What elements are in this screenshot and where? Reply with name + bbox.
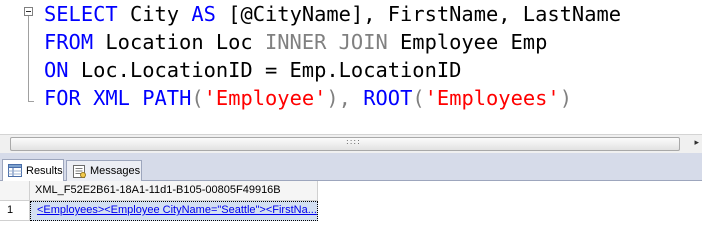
sql-operator: ) bbox=[559, 86, 572, 110]
sql-editor[interactable]: SELECT City AS [@CityName], FirstName, L… bbox=[0, 0, 702, 134]
sql-keyword: FOR bbox=[44, 86, 81, 110]
query-window: SELECT City AS [@CityName], FirstName, L… bbox=[0, 0, 702, 224]
sql-keyword: PATH bbox=[142, 86, 192, 110]
sql-string: 'Employees' bbox=[424, 86, 560, 110]
editor-gutter bbox=[0, 0, 34, 134]
sql-operator: ( bbox=[412, 86, 425, 110]
sql-keyword: AS bbox=[191, 2, 216, 26]
sql-text: City bbox=[117, 2, 192, 26]
outline-end-tick bbox=[28, 101, 34, 102]
results-tab-strip: Results Messages bbox=[0, 153, 702, 181]
column-header[interactable]: XML_F52E2B61-18A1-11d1-B105-00805F49916B bbox=[30, 181, 318, 201]
sql-keyword: SELECT bbox=[44, 2, 118, 26]
scroll-right-arrow-icon[interactable]: ▸ bbox=[694, 138, 699, 148]
grid-corner[interactable] bbox=[0, 181, 30, 201]
sql-keyword: FROM bbox=[44, 30, 94, 54]
collapse-icon[interactable] bbox=[24, 7, 33, 16]
sql-text: [@CityName], FirstName, LastName bbox=[215, 2, 622, 26]
sql-code[interactable]: SELECT City AS [@CityName], FirstName, L… bbox=[44, 0, 621, 112]
sql-line[interactable]: FROM Location Loc INNER JOIN Employee Em… bbox=[44, 28, 621, 56]
sql-line[interactable]: FOR XML PATH('Employee'), ROOT('Employee… bbox=[44, 84, 621, 112]
scrollbar-grip-icon: :::: bbox=[346, 137, 361, 146]
sql-text: Loc.LocationID = Emp.LocationID bbox=[68, 58, 462, 82]
grid-empty-area bbox=[318, 181, 702, 224]
sql-line[interactable]: SELECT City AS [@CityName], FirstName, L… bbox=[44, 0, 621, 28]
results-grid-icon bbox=[8, 164, 22, 177]
sql-operator: ), bbox=[326, 86, 351, 110]
tab-results-label: Results bbox=[26, 164, 63, 177]
sql-text: Employee Emp bbox=[387, 30, 548, 54]
xml-result-link[interactable]: <Employees><Employee CityName="Seattle">… bbox=[30, 201, 318, 221]
sql-string: 'Employee' bbox=[203, 86, 327, 110]
row-number[interactable]: 1 bbox=[0, 201, 30, 221]
editor-horizontal-scrollbar[interactable]: :::: ▸ bbox=[0, 134, 702, 153]
tab-results[interactable]: Results bbox=[2, 159, 64, 181]
sql-keyword: ON bbox=[44, 58, 69, 82]
sql-text: Location Loc bbox=[93, 30, 265, 54]
scrollbar-thumb[interactable] bbox=[10, 137, 680, 151]
sql-keyword: ROOT bbox=[363, 86, 413, 110]
messages-icon bbox=[72, 164, 86, 178]
sql-operator: INNER JOIN bbox=[264, 30, 388, 54]
sql-operator: ( bbox=[191, 86, 204, 110]
results-grid: XML_F52E2B61-18A1-11d1-B105-00805F49916B… bbox=[0, 181, 702, 224]
tab-messages-label: Messages bbox=[90, 165, 141, 177]
sql-line[interactable]: ON Loc.LocationID = Emp.LocationID bbox=[44, 56, 621, 84]
tab-messages[interactable]: Messages bbox=[66, 160, 142, 181]
outline-line bbox=[28, 16, 29, 102]
sql-keyword: XML bbox=[93, 86, 130, 110]
